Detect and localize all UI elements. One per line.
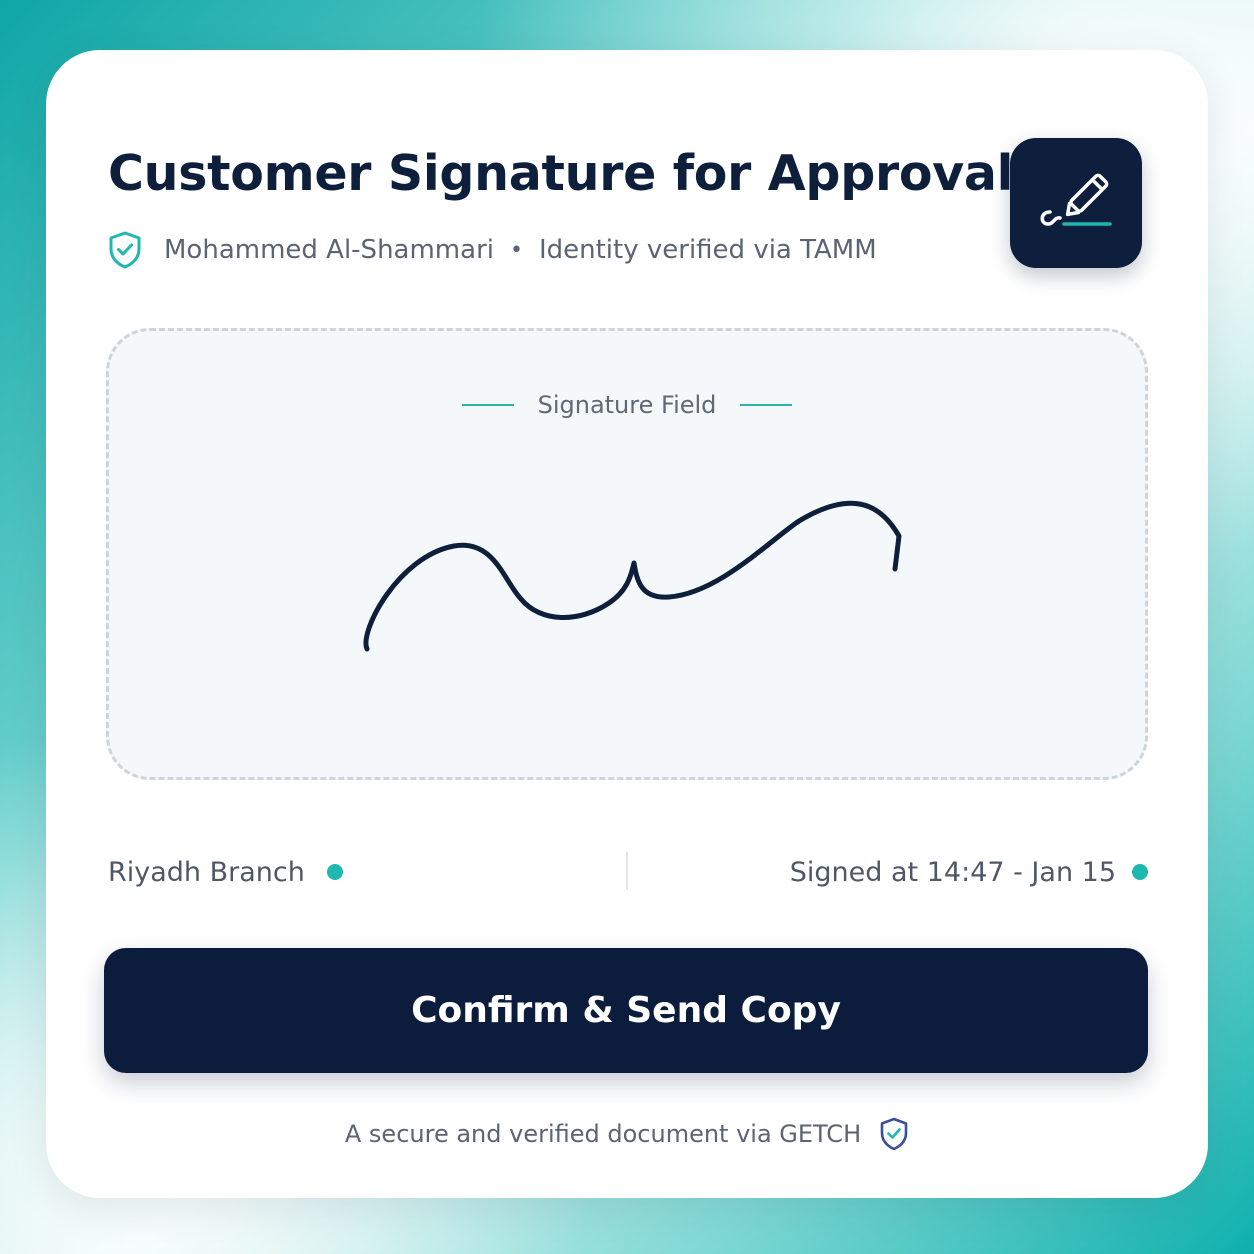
pen-signature-icon: [1040, 173, 1112, 226]
signature-stroke: [363, 500, 902, 652]
signed-time-info: Signed at 14:47 - Jan 15: [790, 852, 1148, 892]
confirm-send-button[interactable]: Confirm & Send Copy: [104, 948, 1148, 1073]
separator: •: [509, 237, 523, 263]
branch-info: Riyadh Branch: [108, 852, 343, 892]
security-footer: A secure and verified document via GETCH: [46, 1114, 1208, 1154]
sign-action-button[interactable]: [1010, 138, 1142, 268]
signed-at: Signed at 14:47 - Jan 15: [789, 856, 1116, 888]
footer-text: A secure and verified document via GETCH: [344, 1120, 862, 1148]
branch-status-dot: [326, 864, 343, 880]
signer-info: Mohammed Al-Shammari • Identity verified…: [108, 230, 877, 270]
branch-name: Riyadh Branch: [108, 856, 305, 888]
meta-divider: [626, 852, 628, 890]
signed-status-dot: [1132, 864, 1148, 880]
page-title: Customer Signature for Approval: [108, 145, 1014, 202]
shield-check-icon: [879, 1117, 909, 1151]
signer-name: Mohammed Al-Shammari: [164, 235, 494, 265]
verification-text: Identity verified via TAMM: [538, 235, 877, 265]
signature-meta: Riyadh Branch Signed at 14:47 - Jan 15: [108, 852, 1148, 892]
shield-check-icon: [108, 230, 144, 270]
signature-card: Customer Signature for Approval Mohammed…: [46, 50, 1208, 1198]
signature-pad[interactable]: Signature Field: [106, 328, 1148, 780]
